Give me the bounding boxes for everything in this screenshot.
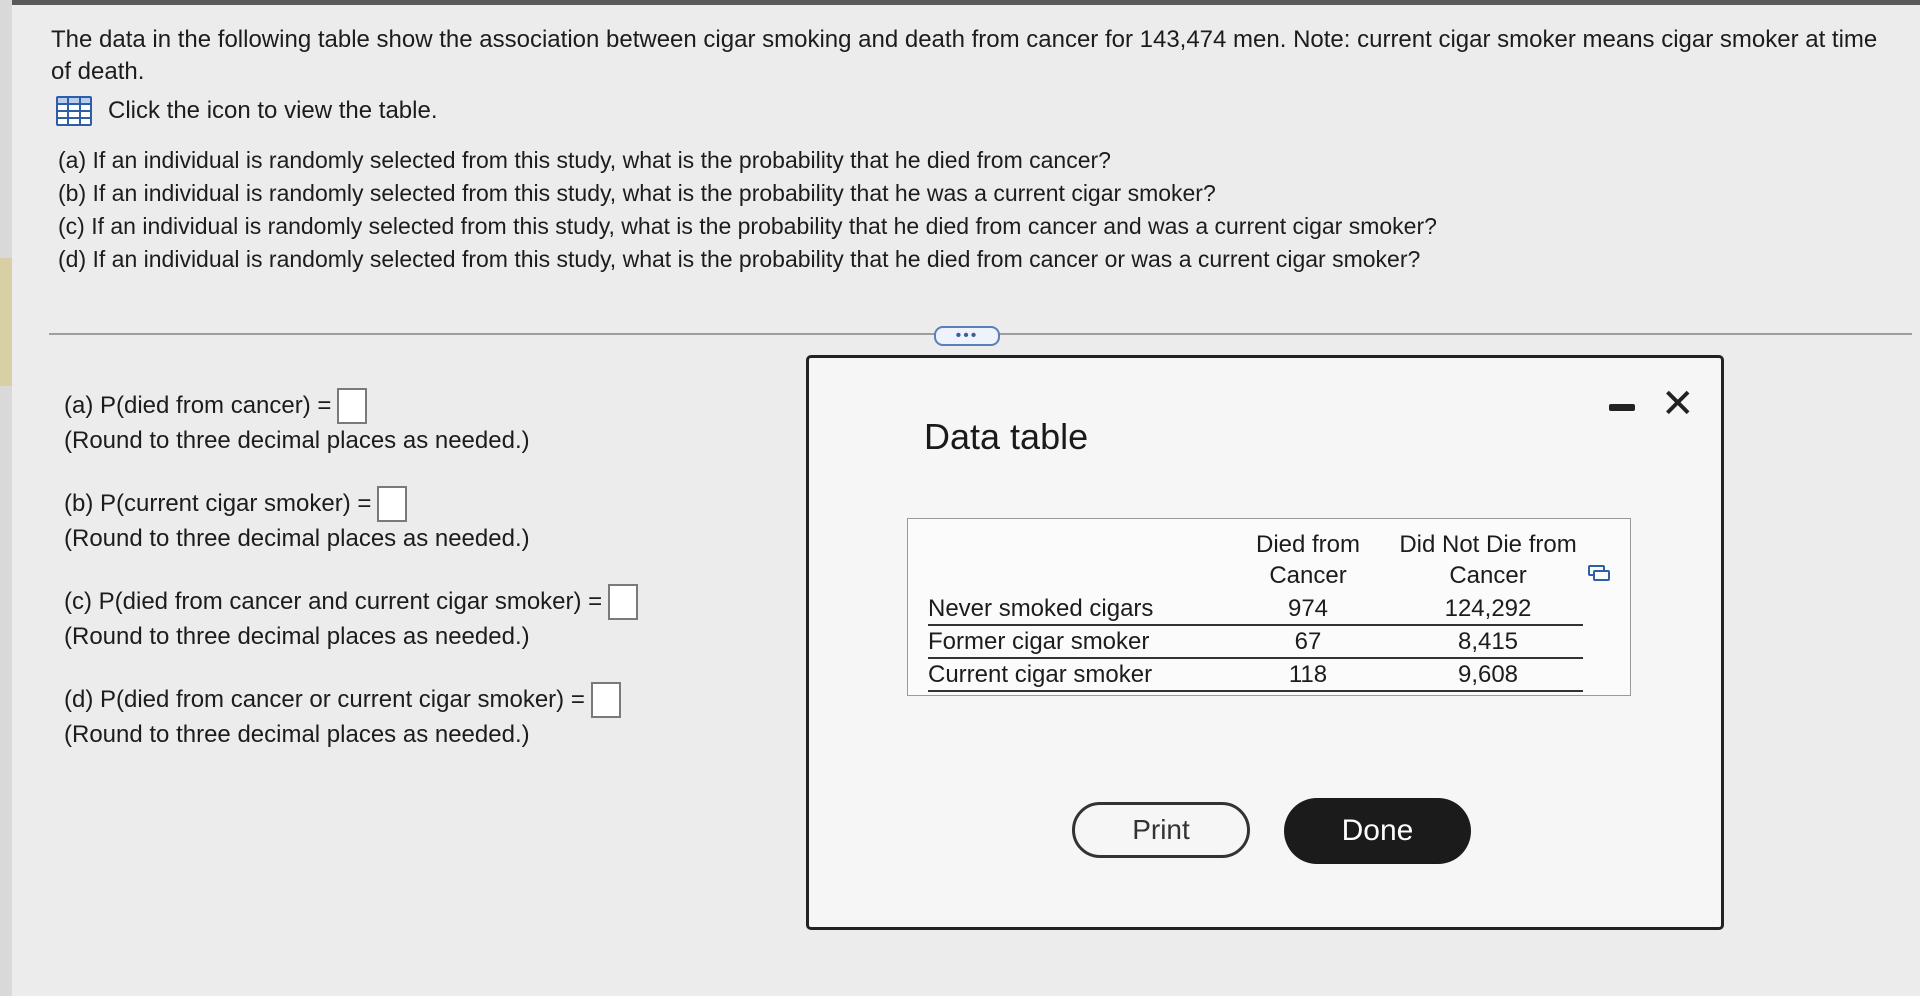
table-cell: 9,608 (1393, 658, 1583, 692)
answer-c-note: (Round to three decimal places as needed… (64, 623, 530, 650)
close-icon[interactable]: ✕ (1661, 384, 1695, 424)
answer-a-note: (Round to three decimal places as needed… (64, 427, 530, 454)
table-cell: 67 (1223, 625, 1393, 659)
table-cell: 124,292 (1393, 593, 1583, 626)
view-table-text[interactable]: Click the icon to view the table. (108, 97, 438, 125)
answer-d-input[interactable] (590, 682, 621, 718)
print-button[interactable]: Print (1072, 802, 1250, 858)
question-part-d: (d) If an individual is randomly selecte… (58, 246, 1421, 272)
answer-d-note: (Round to three decimal places as needed… (64, 721, 530, 748)
answer-a-input[interactable] (337, 388, 368, 424)
copy-table-icon[interactable] (1588, 565, 1610, 581)
answer-a-label: (a) P(died from cancer) = (64, 392, 332, 419)
table-cell: 974 (1223, 593, 1393, 626)
view-table-link[interactable]: Click the icon to view the table. (56, 96, 438, 126)
data-table-container: Died from Cancer Did Not Die from Cancer… (907, 518, 1631, 696)
answer-c-label: (c) P(died from cancer and current cigar… (64, 588, 603, 615)
answer-a: (a) P(died from cancer) = (Round to thre… (64, 388, 638, 486)
table-cell: 8,415 (1393, 625, 1583, 659)
question-parts: (a) If an individual is randomly selecte… (58, 144, 1437, 276)
answer-b-label: (b) P(current cigar smoker) = (64, 490, 372, 517)
answer-d: (d) P(died from cancer or current cigar … (64, 682, 638, 780)
table-header-row: Died from Cancer Did Not Die from Cancer (928, 525, 1608, 593)
table-row: Former cigar smoker 67 8,415 (928, 625, 1608, 659)
table-grid-icon[interactable] (56, 96, 92, 126)
table-row: Current cigar smoker 118 9,608 (928, 658, 1608, 692)
answer-section: (a) P(died from cancer) = (Round to thre… (64, 388, 639, 780)
left-strip (0, 0, 12, 996)
col-header-died: Died from Cancer (1255, 531, 1361, 589)
answer-d-label: (d) P(died from cancer or current cigar … (64, 686, 585, 713)
table-row: Never smoked cigars 974 124,292 (928, 593, 1608, 626)
expand-ellipsis-button[interactable]: ••• (934, 326, 1000, 346)
question-part-b: (b) If an individual is randomly selecte… (58, 180, 1216, 206)
table-corner (928, 525, 1223, 593)
answer-c: (c) P(died from cancer and current cigar… (64, 584, 639, 682)
question-part-a: (a) If an individual is randomly selecte… (58, 147, 1111, 173)
answer-b-note: (Round to three decimal places as needed… (64, 525, 530, 552)
row-label: Former cigar smoker (928, 625, 1223, 659)
question-part-c: (c) If an individual is randomly selecte… (58, 213, 1437, 239)
question-intro: The data in the following table show the… (51, 26, 1878, 85)
table-gap (1583, 525, 1608, 593)
top-bar (0, 0, 1920, 5)
minimize-icon[interactable] (1609, 404, 1635, 411)
dialog-title: Data table (924, 416, 1089, 457)
answer-b-input[interactable] (377, 486, 408, 522)
answer-b: (b) P(current cigar smoker) = (Round to … (64, 486, 638, 584)
answer-c-input[interactable] (608, 584, 639, 620)
done-button[interactable]: Done (1284, 798, 1471, 864)
col-header-did-not-die: Did Not Die from Cancer (1399, 531, 1577, 589)
row-label: Current cigar smoker (928, 658, 1223, 692)
data-table-dialog: Data table ✕ Died from Cancer Did Not Di… (806, 355, 1724, 930)
data-table: Died from Cancer Did Not Die from Cancer… (928, 525, 1608, 692)
table-cell: 118 (1223, 658, 1393, 692)
left-strip-accent (0, 258, 12, 386)
row-label: Never smoked cigars (928, 593, 1223, 626)
